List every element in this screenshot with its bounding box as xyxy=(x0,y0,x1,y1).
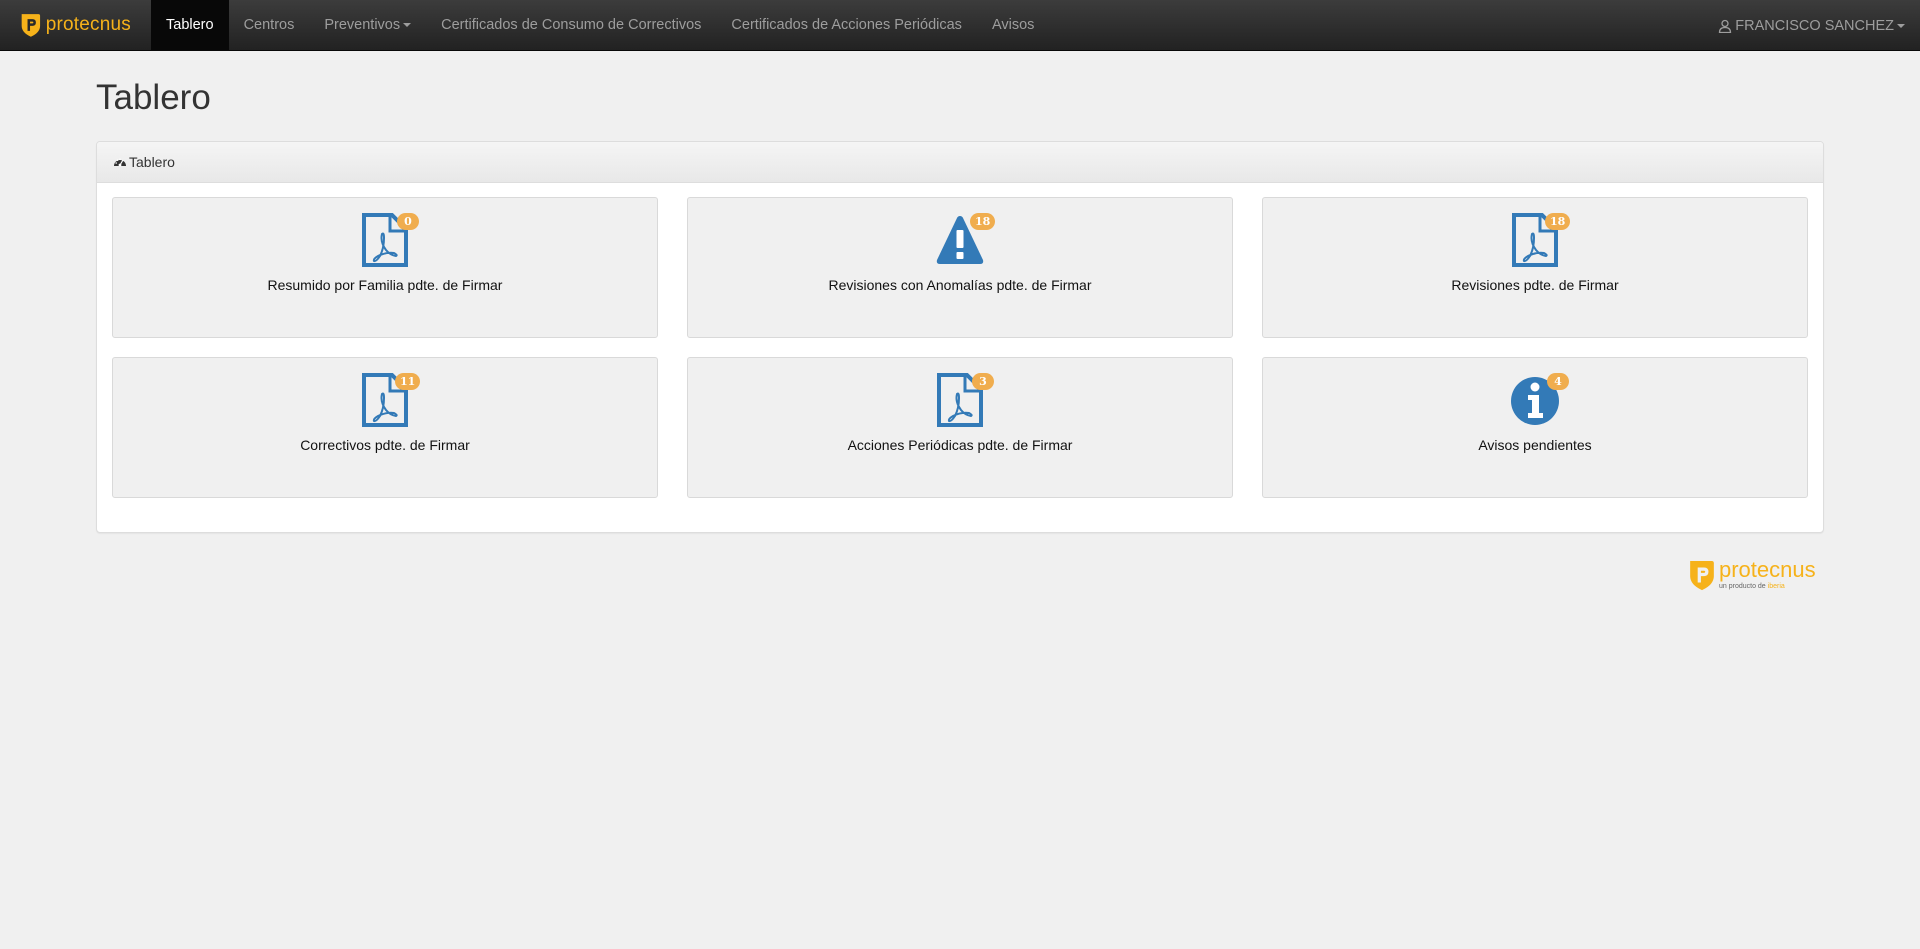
footer-tagline-brand: iberia xyxy=(1767,583,1785,590)
nav-avisos-label: Avisos xyxy=(991,17,1035,33)
count-badge: 18 xyxy=(1545,213,1571,230)
tile-label: Avisos pendientes xyxy=(1478,437,1592,453)
tile-icon-wrap: 0 xyxy=(355,212,419,268)
user-menu-dropdown[interactable]: FRANCISCO SANCHEZ xyxy=(1718,0,1905,51)
panel-heading-label: Tablero xyxy=(129,154,175,170)
count-badge: 18 xyxy=(970,213,996,230)
nav-centros-label: Centros xyxy=(243,17,295,33)
caret-down-icon xyxy=(403,23,412,27)
footer-logo: protecnus un producto de iberia xyxy=(1688,558,1823,594)
tile-revisiones-anomalias[interactable]: 18 Revisiones con Anomalías pdte. de Fir… xyxy=(687,197,1233,338)
protecnus-logo-icon xyxy=(21,14,41,37)
tile-label: Revisiones pdte. de Firmar xyxy=(1451,277,1619,293)
tile-icon-wrap: 18 xyxy=(930,212,996,268)
tile-acciones-periodicas[interactable]: 3 Acciones Periódicas pdte. de Firmar xyxy=(687,357,1233,498)
tile-label: Correctivos pdte. de Firmar xyxy=(300,437,470,453)
page-title: Tablero xyxy=(96,78,211,117)
nav-avisos[interactable]: Avisos xyxy=(977,0,1049,51)
tile-label: Acciones Periódicas pdte. de Firmar xyxy=(847,437,1073,453)
count-badge: 3 xyxy=(972,373,994,390)
footer-tagline: un producto de iberia xyxy=(1719,582,1816,591)
tile-label: Resumido por Familia pdte. de Firmar xyxy=(267,277,503,293)
panel-heading: Tablero xyxy=(97,142,1823,183)
main-nav: Tablero Centros Preventivos Certificados… xyxy=(151,0,1049,51)
count-badge: 4 xyxy=(1547,373,1569,390)
dashboard-panel: Tablero 0 Resumido por Familia pdte. de … xyxy=(96,141,1824,533)
tile-resumido-familia[interactable]: 0 Resumido por Familia pdte. de Firmar xyxy=(112,197,658,338)
tile-icon-wrap: 3 xyxy=(930,372,994,428)
tile-label: Revisiones con Anomalías pdte. de Firmar xyxy=(828,277,1092,293)
nav-certificados-correctivos-label: Certificados de Consumo de Correctivos xyxy=(441,17,702,33)
top-navbar: protecnus Tablero Centros Preventivos Ce… xyxy=(0,0,1920,51)
nav-certificados-correctivos[interactable]: Certificados de Consumo de Correctivos xyxy=(426,0,716,51)
nav-certificados-acciones[interactable]: Certificados de Acciones Periódicas xyxy=(716,0,977,51)
nav-preventivos-dropdown[interactable]: Preventivos xyxy=(309,0,426,51)
user-name: FRANCISCO SANCHEZ xyxy=(1735,17,1894,34)
brand-name: protecnus xyxy=(45,14,131,35)
tile-icon-wrap: 4 xyxy=(1505,372,1569,428)
nav-certificados-acciones-label: Certificados de Acciones Periódicas xyxy=(731,17,962,33)
footer-brand-name: protecnus xyxy=(1719,557,1816,582)
tile-correctivos[interactable]: 11 Correctivos pdte. de Firmar xyxy=(112,357,658,498)
tile-revisiones[interactable]: 18 Revisiones pdte. de Firmar xyxy=(1262,197,1808,338)
nav-tablero-label: Tablero xyxy=(166,17,214,33)
tile-icon-wrap: 11 xyxy=(355,372,421,428)
caret-down-icon xyxy=(1897,23,1905,28)
dashboard-icon xyxy=(114,158,126,167)
user-icon xyxy=(1719,19,1732,33)
brand-logo[interactable]: protecnus xyxy=(0,0,151,51)
count-badge: 11 xyxy=(395,373,421,390)
nav-tablero[interactable]: Tablero xyxy=(151,0,229,51)
protecnus-logo-icon xyxy=(1690,561,1714,591)
tile-icon-wrap: 18 xyxy=(1505,212,1571,268)
nav-centros[interactable]: Centros xyxy=(229,0,310,51)
tile-avisos-pendientes[interactable]: 4 Avisos pendientes xyxy=(1262,357,1808,498)
count-badge: 0 xyxy=(397,213,419,230)
footer-tagline-prefix: un producto de xyxy=(1719,583,1766,590)
nav-preventivos-label: Preventivos xyxy=(324,17,401,33)
